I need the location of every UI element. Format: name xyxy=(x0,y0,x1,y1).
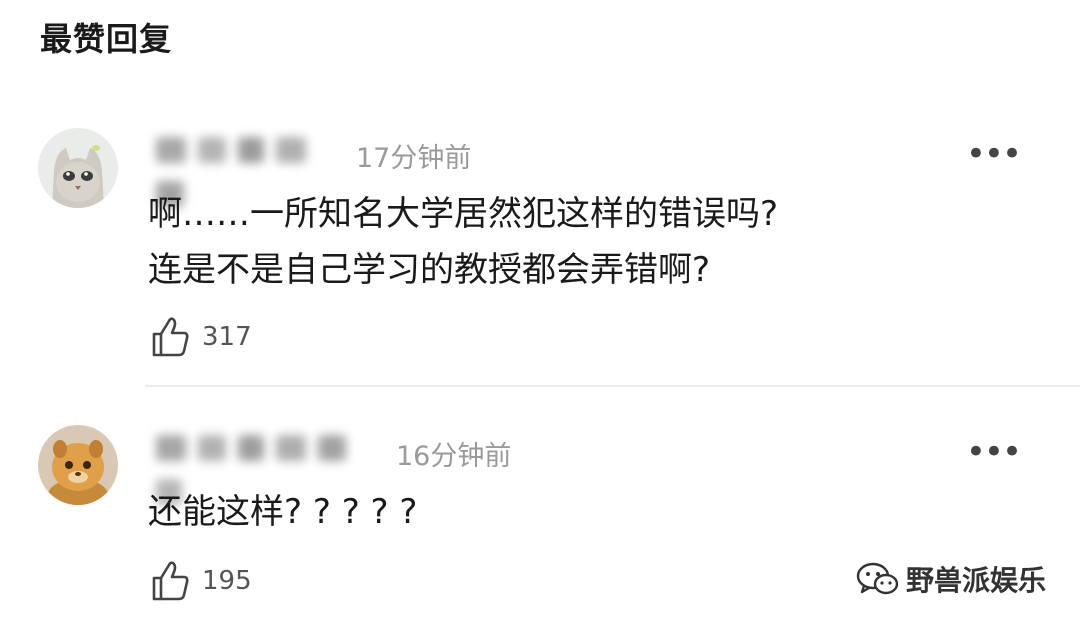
thumbs-up-icon xyxy=(152,561,189,601)
more-options-icon[interactable]: ••• xyxy=(966,432,1022,472)
comment-time: 17分钟前 xyxy=(356,143,472,174)
like-count: 195 xyxy=(202,566,252,596)
comment-text: 还能这样? ? ? ? ? xyxy=(148,492,418,532)
comment-divider xyxy=(145,385,1080,387)
comment-time: 16分钟前 xyxy=(396,441,512,472)
comment-text: 啊……一所知名大学居然犯这样的错误吗? 连是不是自己学习的教授都会弄错啊? xyxy=(148,194,779,290)
like-button[interactable]: 195 xyxy=(150,560,252,602)
thumbs-up-icon xyxy=(152,317,189,357)
more-options-icon[interactable]: ••• xyxy=(966,134,1022,174)
wechat-icon xyxy=(856,562,899,595)
watermark: 野兽派娱乐 xyxy=(856,559,1046,599)
username-blurred[interactable] xyxy=(150,428,382,505)
avatar[interactable] xyxy=(38,128,118,208)
section-title: 最赞回复 xyxy=(40,20,173,58)
avatar[interactable] xyxy=(38,425,118,505)
watermark-text: 野兽派娱乐 xyxy=(905,564,1046,597)
like-button[interactable]: 317 xyxy=(150,316,252,358)
username-blurred[interactable] xyxy=(150,130,340,207)
like-count: 317 xyxy=(202,322,252,352)
